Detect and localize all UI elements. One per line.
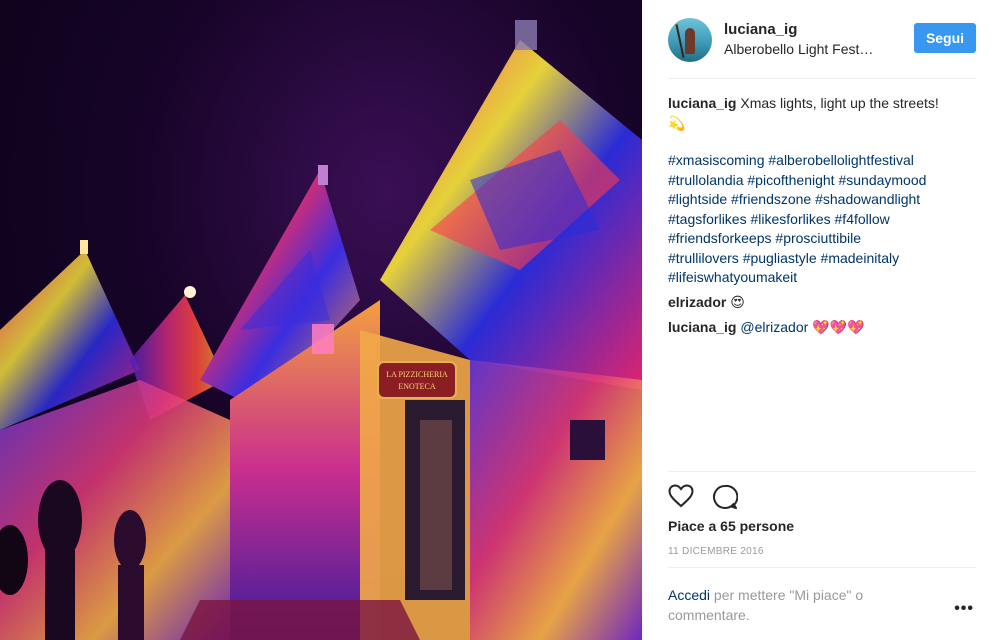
- hashtag[interactable]: #f4follow: [835, 211, 890, 227]
- hashtag[interactable]: #trullilovers: [668, 250, 739, 266]
- hashtag[interactable]: #prosciuttibile: [775, 230, 861, 246]
- hashtag[interactable]: #lifeiswhatyoumakeit: [668, 269, 797, 285]
- login-link[interactable]: Accedi: [668, 587, 710, 603]
- caption: luciana_ig Xmas lights, light up the str…: [668, 94, 980, 134]
- post-header: luciana_ig Alberobello Light Fest… Segui: [668, 14, 976, 76]
- divider: [668, 567, 976, 568]
- hashtag[interactable]: #friendszone: [731, 191, 811, 207]
- hashtag[interactable]: #pugliastyle: [743, 250, 817, 266]
- shop-sign: [377, 361, 457, 399]
- caption-username[interactable]: luciana_ig: [668, 95, 736, 111]
- comment-username[interactable]: luciana_ig: [668, 319, 736, 335]
- comment-emoji: 😍: [730, 294, 745, 311]
- hashtag[interactable]: #trullolandia: [668, 172, 744, 188]
- hashtag[interactable]: #likesforlikes: [750, 211, 830, 227]
- login-prompt: Accedi per mettere "Mi piace" o commenta…: [668, 586, 928, 625]
- divider: [668, 471, 976, 472]
- hashtag[interactable]: #tagsforlikes: [668, 211, 747, 227]
- hashtag[interactable]: #xmasiscoming: [668, 152, 764, 168]
- likes-count[interactable]: Piace a 65 persone: [668, 518, 794, 534]
- photo-illustration: LA PIZZICHERIA ENOTECA: [0, 20, 642, 640]
- heart-icon[interactable]: [668, 484, 694, 513]
- hashtag-list: #xmasiscoming #alberobellolightfestival …: [668, 151, 980, 288]
- header-username[interactable]: luciana_ig: [724, 21, 797, 38]
- post-sidebar: luciana_ig Alberobello Light Fest… Segui…: [642, 0, 1000, 640]
- follow-button[interactable]: Segui: [914, 23, 976, 53]
- post-date[interactable]: 11 DICEMBRE 2016: [668, 546, 764, 557]
- hashtag[interactable]: #alberobellolightfestival: [768, 152, 914, 168]
- mention-link[interactable]: @elrizador: [740, 319, 808, 335]
- hashtag[interactable]: #shadowandlight: [815, 191, 920, 207]
- hashtag[interactable]: #friendsforkeeps: [668, 230, 772, 246]
- caption-emoji: 💫: [668, 115, 686, 132]
- hashtag[interactable]: #picofthenight: [747, 172, 834, 188]
- comment-username[interactable]: elrizador: [668, 294, 726, 310]
- hashtag[interactable]: #madeinitaly: [821, 250, 900, 266]
- hashtag[interactable]: #sundaymood: [838, 172, 926, 188]
- more-options-icon[interactable]: •••: [954, 600, 974, 618]
- comment-icon[interactable]: [712, 484, 739, 515]
- comment: luciana_ig @elrizador 💖💖💖: [668, 318, 980, 339]
- caption-text: Xmas lights, light up the streets!: [740, 95, 939, 111]
- location-link[interactable]: Alberobello Light Fest…: [724, 41, 873, 57]
- post-photo[interactable]: LA PIZZICHERIA ENOTECA: [0, 0, 642, 640]
- comments-section: luciana_ig Xmas lights, light up the str…: [668, 94, 980, 339]
- svg-text:ENOTECA: ENOTECA: [398, 382, 436, 391]
- hashtag[interactable]: #lightside: [668, 191, 727, 207]
- comment-emoji: 💖💖💖: [812, 320, 865, 336]
- shop-sign-text: LA PIZZICHERIA: [386, 370, 448, 379]
- divider: [668, 78, 976, 79]
- comment: elrizador 😍: [668, 293, 980, 314]
- avatar[interactable]: [668, 18, 712, 62]
